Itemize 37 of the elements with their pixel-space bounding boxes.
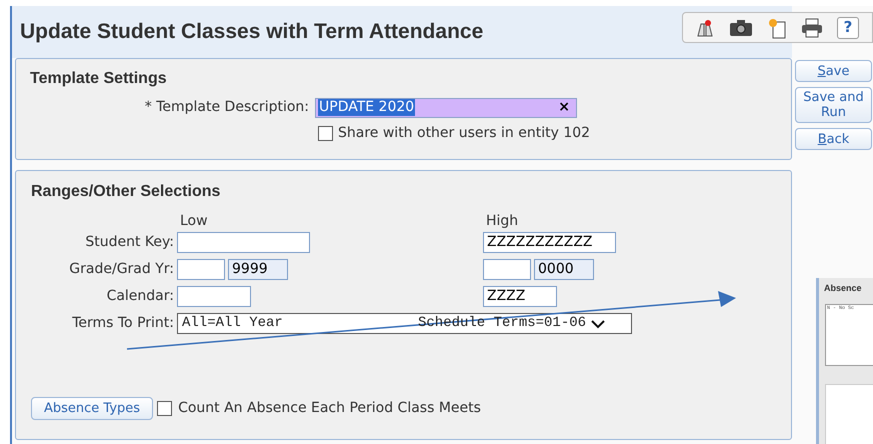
description-field[interactable]: UPDATE 2020 × — [315, 98, 577, 118]
chevron-down-icon — [591, 318, 606, 328]
inset-panel — [825, 384, 873, 444]
field-value: UPDATE 2020 — [318, 99, 416, 116]
field-label: Calendar: — [106, 287, 175, 306]
text-field[interactable]: ZZZZ — [483, 286, 557, 307]
printer-icon[interactable] — [801, 18, 823, 38]
checkbox[interactable] — [318, 126, 333, 141]
column-heading: High — [486, 213, 518, 229]
window-title: Update Student Classes with Term Attendance — [20, 19, 484, 46]
action-button[interactable]: Save and Run — [795, 87, 872, 123]
section-title: Template Settings — [30, 69, 168, 89]
action-button[interactable]: Save — [795, 60, 872, 82]
text-field[interactable]: 9999 — [228, 259, 288, 280]
checkbox-label: Count An Absence Each Period Class Meets — [178, 399, 481, 418]
field-label: Student Key: — [84, 233, 175, 252]
new-document-icon[interactable] — [767, 16, 787, 38]
camera-icon[interactable] — [729, 18, 753, 36]
map-pin-icon[interactable] — [695, 18, 715, 38]
text-field[interactable] — [177, 232, 310, 253]
inset-title: Absence — [823, 282, 863, 295]
checkbox[interactable] — [157, 401, 172, 416]
text-field[interactable] — [177, 286, 251, 307]
action-button[interactable]: Back — [795, 128, 872, 150]
field-label: Grade/Grad Yr: — [68, 260, 175, 279]
text-field[interactable] — [177, 259, 225, 280]
clear-button[interactable]: × — [558, 97, 570, 118]
text-field[interactable] — [483, 259, 531, 280]
checkbox-label: Share with other users in entity 102 — [338, 124, 590, 143]
section-title: Ranges/Other Selections — [31, 182, 222, 202]
column-heading: Low — [180, 213, 209, 229]
absence-types-button[interactable]: Absence Types — [31, 397, 154, 420]
help-button[interactable]: ? — [837, 16, 859, 38]
text-field[interactable]: 0000 — [534, 259, 594, 280]
field-label: Terms To Print: — [71, 314, 175, 333]
text-field[interactable]: ZZZZZZZZZZZ — [483, 232, 616, 253]
field-label: * Template Description: — [144, 98, 310, 117]
